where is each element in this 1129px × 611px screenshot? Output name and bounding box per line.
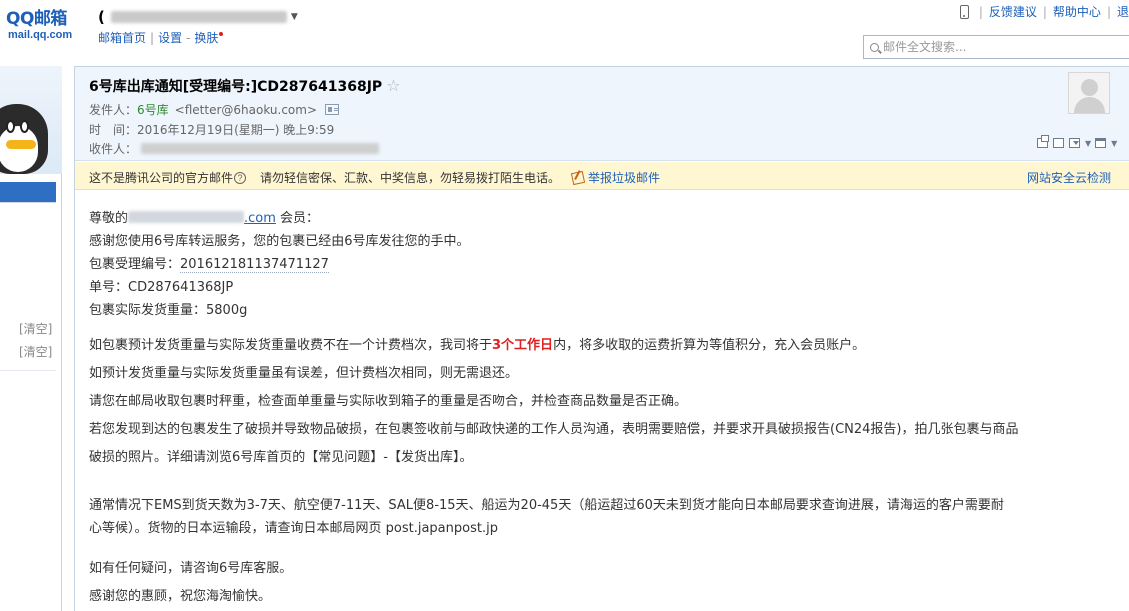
security-scan-link[interactable]: 网站安全云检测 bbox=[1027, 169, 1111, 186]
sender-label: 发件人： bbox=[89, 103, 138, 117]
account-name: ( bbox=[98, 8, 105, 26]
recipient-label: 收件人： bbox=[89, 142, 138, 156]
tracking-number: CD287641368JP bbox=[128, 280, 234, 295]
refund-text-1: 如包裹预计发货重量与实际发货重量收费不在一个计费档次，我司将于 bbox=[89, 338, 493, 353]
qq-mail-logo[interactable]: QQ邮箱 mail.qq.com bbox=[6, 9, 78, 42]
download-icon[interactable] bbox=[1069, 138, 1080, 148]
security-warning-bar: 这不是腾讯公司的官方邮件 ? 请勿轻信密保、汇款、中奖信息，勿轻易拨打陌生电话。… bbox=[75, 162, 1129, 190]
qq-penguin-icon bbox=[0, 104, 48, 174]
sender-avatar[interactable] bbox=[1068, 72, 1110, 114]
logout-link[interactable]: 退 bbox=[1117, 3, 1129, 20]
divider: | bbox=[150, 31, 155, 45]
left-panel: [清空] [清空] bbox=[0, 66, 62, 611]
subject-text: 6号库出库通知[受理编号:]CD287641368JP bbox=[89, 79, 383, 95]
divider bbox=[0, 202, 56, 203]
divider bbox=[0, 370, 56, 371]
skin-link[interactable]: 换肤 bbox=[194, 31, 218, 45]
refund-text-2: 内，将多收取的运费折算为等值积分，充入会员账户。 bbox=[553, 338, 866, 353]
receipt-number: 201612181137471127 bbox=[180, 257, 329, 273]
settings-link[interactable]: 设置 bbox=[158, 31, 182, 45]
star-icon[interactable]: ☆ bbox=[386, 76, 400, 95]
search-icon[interactable] bbox=[870, 42, 879, 52]
qq-penguin-banner bbox=[0, 66, 62, 174]
greeting: 尊敬的 .com 会员： bbox=[89, 207, 1119, 230]
mail-tools: ▼ ▼ bbox=[1037, 135, 1121, 148]
logo-title: QQ邮箱 bbox=[6, 9, 67, 29]
penguin-eye bbox=[20, 120, 29, 133]
search-box[interactable] bbox=[863, 35, 1129, 59]
sidebar-item-active[interactable] bbox=[0, 182, 56, 202]
window-icon[interactable] bbox=[1053, 138, 1064, 148]
paragraph-refund: 如包裹预计发货重量与实际发货重量收费不在一个计费档次，我司将于3个工作日内，将多… bbox=[89, 332, 1119, 360]
weight-line: 包裹实际发货重量：5800g bbox=[89, 303, 248, 318]
greeting-prefix: 尊敬的 bbox=[89, 211, 129, 226]
mail-header: 6号库出库通知[受理编号:]CD287641368JP ☆ 发件人： 6号库 <f… bbox=[75, 67, 1129, 161]
warning-message: 请勿轻信密保、汇款、中奖信息，勿轻易拨打陌生电话。 bbox=[260, 171, 561, 185]
time-row: 时 间： 2016年12月19日(星期一) 晚上9:59 bbox=[89, 121, 334, 138]
recipient-blurred bbox=[141, 143, 380, 154]
report-spam-link[interactable]: 举报垃圾邮件 bbox=[588, 169, 660, 186]
tracking-line: 单号：CD287641368JP bbox=[89, 276, 1119, 299]
time-value: 2016年12月19日(星期一) 晚上9:59 bbox=[137, 123, 335, 137]
mail-home-link[interactable]: 邮箱首页 bbox=[98, 31, 146, 45]
sub-nav: 邮箱首页 | 设置 - 换肤 bbox=[98, 29, 224, 46]
greeting-email-suffix[interactable]: .com bbox=[244, 211, 276, 226]
top-bar: QQ邮箱 mail.qq.com ( ▼ 邮箱首页 | 设置 - 换肤 | 反馈建议 |… bbox=[0, 0, 1129, 62]
paragraph-damage-1: 若您发现到达的包裹发生了破损并导致物品破损，在包裹签收前与邮政快递的工作人员沟通… bbox=[89, 422, 1019, 437]
report-spam-icon[interactable] bbox=[570, 170, 586, 185]
divider: | bbox=[1106, 4, 1111, 19]
chevron-down-icon[interactable]: ▼ bbox=[1085, 139, 1091, 148]
mail-reader: 6号库出库通知[受理编号:]CD287641368JP ☆ 发件人： 6号库 <f… bbox=[74, 66, 1129, 611]
help-icon[interactable]: ? bbox=[234, 171, 247, 184]
feedback-link[interactable]: 反馈建议 bbox=[989, 3, 1037, 20]
chevron-down-icon[interactable]: ▼ bbox=[1111, 139, 1117, 148]
new-dot-icon bbox=[219, 32, 224, 36]
not-official-notice: 这不是腾讯公司的官方邮件 bbox=[89, 171, 234, 185]
popout-window-icon[interactable] bbox=[1037, 135, 1049, 148]
thanks-line: 感谢您使用6号库转运服务，您的包裹已经由6号库发往您的手中。 bbox=[89, 234, 470, 249]
paragraph-contact: 如有任何疑问，请咨询6号库客服。 bbox=[89, 561, 293, 576]
paragraph-no-refund: 如预计发货重量与实际发货重量虽有误差，但计费档次相同，则无需退还。 bbox=[89, 366, 519, 381]
clear-spam-link[interactable]: [清空] bbox=[19, 343, 52, 360]
tracking-label: 单号： bbox=[89, 280, 129, 295]
help-link[interactable]: 帮助中心 bbox=[1053, 3, 1101, 20]
greeting-tail: 会员： bbox=[275, 211, 320, 226]
refund-highlight: 3个工作日 bbox=[492, 338, 554, 353]
penguin-beak bbox=[6, 140, 36, 149]
divider: | bbox=[1042, 4, 1047, 19]
warning-content: 这不是腾讯公司的官方邮件 ? 请勿轻信密保、汇款、中奖信息，勿轻易拨打陌生电话。… bbox=[89, 169, 660, 186]
search-input[interactable] bbox=[883, 40, 1113, 54]
paragraph-shipping-2: 心等候）。货物的日本运输段，请查询日本邮局网页 post.japanpost.j… bbox=[89, 521, 498, 536]
recipient-row: 收件人： bbox=[89, 140, 380, 157]
clear-trash-link[interactable]: [清空] bbox=[19, 320, 52, 337]
time-label: 时 间： bbox=[89, 123, 138, 137]
account-blurred bbox=[110, 11, 287, 23]
divider: - bbox=[186, 31, 191, 45]
paragraph-closing: 感谢您的惠顾，祝您海淘愉快。 bbox=[89, 589, 272, 604]
contact-card-icon[interactable] bbox=[325, 104, 339, 115]
email-blurred bbox=[128, 211, 245, 223]
phone-icon[interactable] bbox=[959, 4, 969, 19]
print-icon[interactable] bbox=[1095, 138, 1107, 148]
paragraph-damage-2: 破损的照片。详细请浏览6号库首页的【常见问题】-【发货出库】。 bbox=[89, 450, 473, 465]
penguin-eye bbox=[6, 120, 15, 133]
mail-body: 尊敬的 .com 会员： 感谢您使用6号库转运服务，您的包裹已经由6号库发往您的手… bbox=[89, 207, 1119, 611]
receipt-label: 包裹受理编号： bbox=[89, 257, 181, 272]
sender-row: 发件人： 6号库 <fletter@6haoku.com> bbox=[89, 101, 339, 118]
sender-email[interactable]: <fletter@6haoku.com> bbox=[175, 103, 317, 117]
paragraph-shipping-1: 通常情况下EMS到货天数为3-7天、航空便7-11天、SAL便8-15天、船运为… bbox=[89, 498, 1004, 513]
sender-name[interactable]: 6号库 bbox=[137, 101, 169, 118]
mail-subject: 6号库出库通知[受理编号:]CD287641368JP ☆ bbox=[89, 76, 401, 96]
top-links: | 反馈建议 | 帮助中心 | 退 bbox=[959, 3, 1129, 20]
caret-down-icon[interactable]: ▼ bbox=[291, 12, 298, 22]
account-switcher[interactable]: ( ▼ bbox=[98, 8, 298, 26]
receipt-line: 包裹受理编号：201612181137471127 bbox=[89, 253, 1119, 276]
divider: | bbox=[978, 4, 983, 19]
logo-domain: mail.qq.com bbox=[8, 29, 73, 41]
paragraph-weigh: 请您在邮局收取包裹时秤重，检查面单重量与实际收到箱子的重量是否吻合，并检查商品数… bbox=[89, 394, 688, 409]
